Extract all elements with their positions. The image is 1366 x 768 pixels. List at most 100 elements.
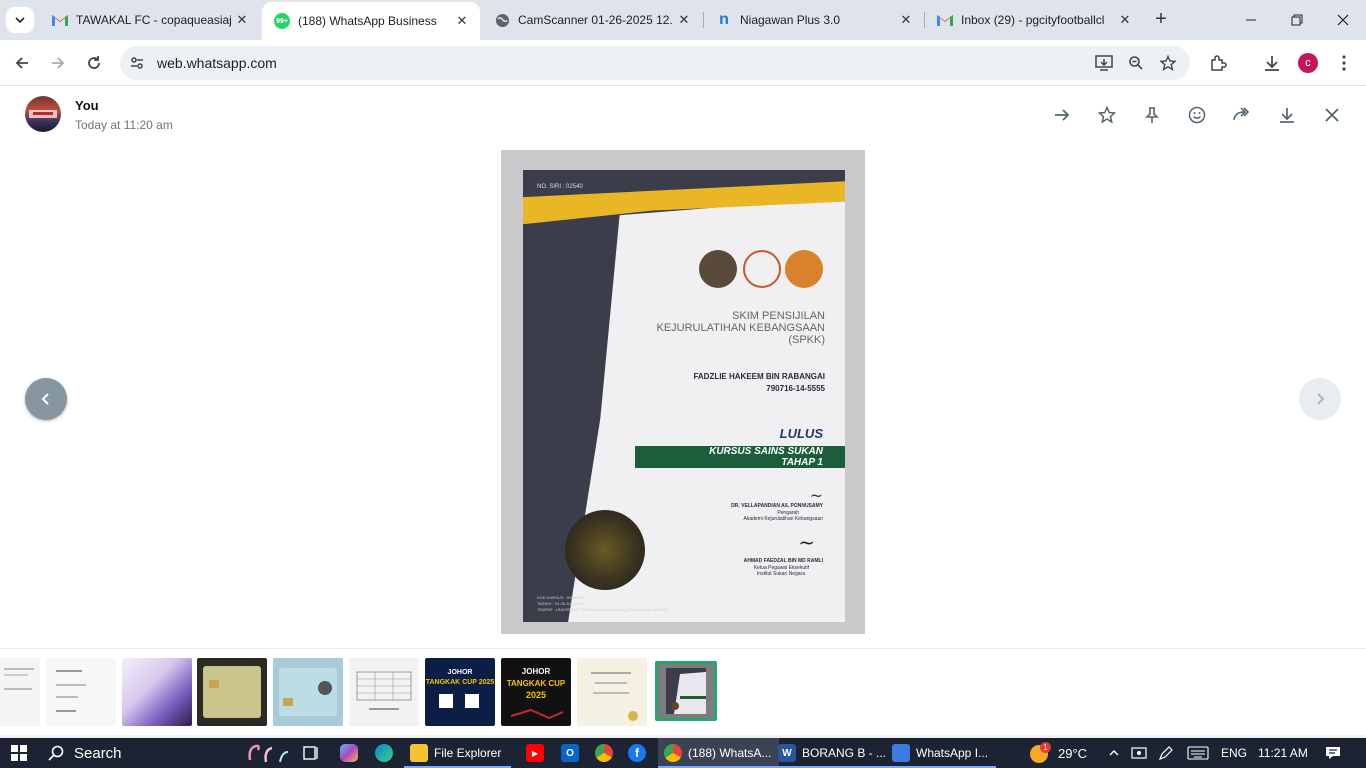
reload-button[interactable] bbox=[82, 51, 106, 75]
emblem-logo bbox=[699, 250, 737, 288]
tab-badge: 99+ bbox=[276, 17, 288, 25]
react-button[interactable] bbox=[1185, 103, 1209, 127]
previous-media-button[interactable] bbox=[25, 378, 67, 420]
forward-button[interactable] bbox=[46, 51, 70, 75]
taskbar-word[interactable]: W BORANG B - ... bbox=[772, 738, 895, 768]
taskbar-file-explorer[interactable]: File Explorer bbox=[404, 738, 512, 768]
chrome-icon[interactable] bbox=[595, 738, 613, 768]
signature-2-icon: ~ bbox=[798, 530, 815, 554]
copilot-icon[interactable] bbox=[340, 738, 358, 768]
star-icon bbox=[1098, 106, 1116, 124]
facebook-icon[interactable]: f bbox=[628, 738, 646, 768]
media-thumbnail[interactable] bbox=[349, 658, 419, 726]
close-icon[interactable]: ✕ bbox=[898, 12, 914, 28]
profile-avatar[interactable]: c bbox=[1298, 53, 1318, 73]
go-to-message-icon bbox=[1055, 109, 1070, 121]
system-clock[interactable]: 11:21 AM bbox=[1258, 738, 1308, 768]
browser-toolbar: web.whatsapp.com c bbox=[0, 40, 1366, 86]
tab-niagawan[interactable]: n Niagawan Plus 3.0 ✕ bbox=[704, 0, 924, 40]
media-image[interactable]: NO. SIRI : 02540 SKIM PENSIJILAN KEJURUL… bbox=[501, 150, 865, 634]
back-button[interactable] bbox=[10, 51, 34, 75]
certificate-course-band: KURSUS SAINS SUKAN TAHAP 1 bbox=[635, 446, 845, 468]
taskbar-chrome-whatsapp[interactable]: (188) WhatsA... bbox=[658, 738, 780, 768]
signatory-1-title2: Akademi Kejurulatihan Kebangsaan bbox=[743, 516, 824, 522]
weather-icon: 1 bbox=[1030, 742, 1052, 764]
paint-icon bbox=[892, 744, 910, 762]
media-thumbnail[interactable]: JOHOR TANGKAK CUP 2025 bbox=[425, 658, 495, 726]
media-thumbnail[interactable] bbox=[46, 658, 116, 726]
notifications-icon[interactable] bbox=[1325, 738, 1341, 768]
pin-message-button[interactable] bbox=[1140, 103, 1164, 127]
taskbar-app-label: WhatsApp I... bbox=[916, 746, 989, 760]
tab-title: CamScanner 01-26-2025 12. bbox=[518, 13, 673, 27]
chevron-down-icon bbox=[15, 17, 25, 24]
address-bar[interactable]: web.whatsapp.com bbox=[120, 46, 1190, 80]
bookmark-star-icon[interactable] bbox=[1158, 53, 1178, 73]
pen-icon[interactable] bbox=[1158, 738, 1174, 768]
menu-kebab-icon[interactable] bbox=[1334, 53, 1354, 73]
site-info-icon[interactable] bbox=[127, 53, 147, 73]
media-thumbnail[interactable] bbox=[577, 658, 647, 726]
taskbar-search[interactable]: Search bbox=[48, 738, 122, 768]
isn-logo bbox=[785, 250, 823, 288]
tab-gmail-inbox[interactable]: Inbox (29) - pgcityfootballcl ✕ bbox=[925, 0, 1143, 40]
pin-icon bbox=[1145, 107, 1159, 123]
tab-title: Niagawan Plus 3.0 bbox=[740, 13, 841, 27]
minimize-icon bbox=[1246, 19, 1256, 21]
media-thumbnail[interactable] bbox=[0, 658, 40, 726]
next-media-button[interactable] bbox=[1299, 378, 1341, 420]
close-icon[interactable]: ✕ bbox=[234, 12, 250, 28]
media-thumbnail[interactable] bbox=[273, 658, 343, 726]
close-icon[interactable]: ✕ bbox=[1117, 12, 1133, 28]
gmail-icon bbox=[52, 12, 68, 28]
go-to-message-button[interactable] bbox=[1050, 103, 1074, 127]
outlook-icon[interactable]: O bbox=[561, 738, 579, 768]
close-icon[interactable]: ✕ bbox=[676, 12, 692, 28]
screen-capture-icon[interactable] bbox=[1131, 738, 1147, 768]
chevron-up-icon[interactable] bbox=[1108, 738, 1120, 768]
tab-camscanner[interactable]: CamScanner 01-26-2025 12. ✕ bbox=[482, 0, 702, 40]
close-window-button[interactable] bbox=[1328, 8, 1358, 32]
forward-message-button[interactable] bbox=[1230, 103, 1254, 127]
new-tab-button[interactable]: + bbox=[1150, 9, 1172, 31]
folder-icon bbox=[410, 744, 428, 762]
akk-logo bbox=[743, 250, 781, 288]
search-icon bbox=[48, 745, 64, 761]
media-thumbnail[interactable] bbox=[197, 658, 267, 726]
media-viewer-header: You Today at 11:20 am bbox=[0, 87, 1366, 145]
star-message-button[interactable] bbox=[1095, 103, 1119, 127]
close-icon bbox=[1325, 108, 1339, 122]
tab-whatsapp[interactable]: 99+ (188) WhatsApp Business ✕ bbox=[262, 2, 480, 40]
youtube-icon[interactable]: ▶ bbox=[526, 738, 544, 768]
close-icon bbox=[1337, 14, 1349, 26]
media-thumbnail[interactable] bbox=[122, 658, 192, 726]
taskbar-app-label: BORANG B - ... bbox=[802, 746, 887, 760]
close-viewer-button[interactable] bbox=[1320, 103, 1344, 127]
thumb-text: JOHOR bbox=[522, 667, 551, 676]
windows-start-icon[interactable] bbox=[11, 745, 27, 761]
tab-gmail-tawakal[interactable]: TAWAKAL FC - copaqueasiaj ✕ bbox=[40, 0, 260, 40]
extensions-icon[interactable] bbox=[1208, 53, 1228, 73]
task-view-icon[interactable] bbox=[302, 738, 320, 768]
sender-avatar[interactable] bbox=[25, 96, 61, 132]
taskbar-paint[interactable]: WhatsApp I... bbox=[886, 738, 997, 768]
download-media-button[interactable] bbox=[1275, 103, 1299, 127]
weather-widget[interactable]: 1 29°C bbox=[1030, 738, 1087, 768]
taskbar-app-label: (188) WhatsA... bbox=[688, 746, 772, 760]
keyboard-icon[interactable] bbox=[1187, 738, 1209, 768]
media-thumbnail[interactable]: JOHOR TANGKAK CUP 2025 bbox=[501, 658, 571, 726]
input-language[interactable]: ENG bbox=[1221, 738, 1247, 768]
install-app-icon[interactable] bbox=[1094, 53, 1114, 73]
restore-button[interactable] bbox=[1282, 8, 1312, 32]
whatsapp-icon: 99+ bbox=[274, 13, 290, 29]
tab-search-button[interactable] bbox=[6, 7, 34, 33]
edge-icon[interactable] bbox=[375, 738, 393, 768]
chevron-right-icon bbox=[1317, 393, 1325, 405]
react-icon bbox=[1188, 106, 1206, 124]
search-highlight-flamingo-icon[interactable] bbox=[242, 738, 292, 768]
media-thumbnail-selected[interactable] bbox=[655, 661, 717, 721]
minimize-button[interactable] bbox=[1236, 8, 1266, 32]
zoom-icon[interactable] bbox=[1126, 53, 1146, 73]
close-icon[interactable]: ✕ bbox=[454, 13, 470, 29]
downloads-icon[interactable] bbox=[1262, 53, 1282, 73]
